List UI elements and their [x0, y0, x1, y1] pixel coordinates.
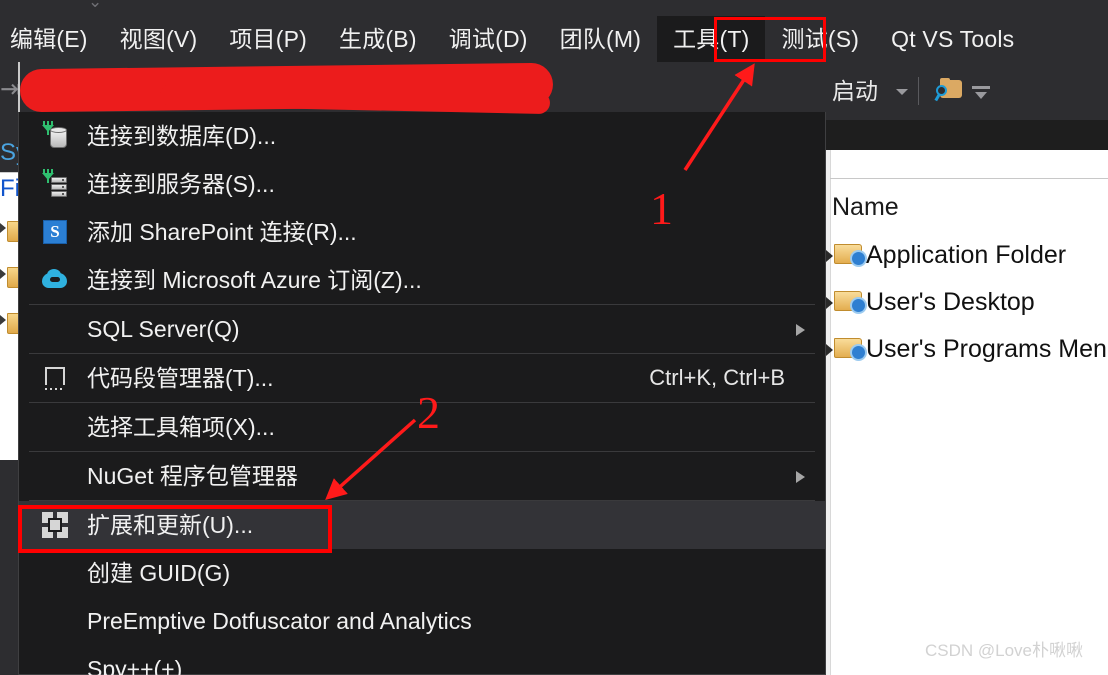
table-cell-name: User's Programs Menu [866, 335, 1108, 363]
csdn-watermark: CSDN @Love朴啾啾 [925, 641, 1084, 660]
menubar-item-tools[interactable]: 工具(T) [657, 16, 766, 62]
toolbar-separator [918, 77, 919, 105]
menu-item-icon-slot [33, 501, 77, 549]
menu-item-icon-slot [33, 160, 77, 208]
menu-item-nuget-package-manager[interactable]: NuGet 程序包管理器 [19, 452, 825, 500]
expand-caret-icon[interactable] [826, 250, 833, 262]
menu-item-label: 代码段管理器(T)... [87, 365, 274, 391]
snippet-manager-icon [42, 366, 68, 390]
menubar-item-team[interactable]: 团队(M) [544, 16, 657, 62]
menu-item-label: 连接到 Microsoft Azure 订阅(Z)... [87, 267, 422, 293]
sharepoint-icon: S [43, 220, 67, 244]
expand-caret-icon[interactable] [0, 315, 6, 325]
title-strip-glyph: ⌄ [88, 0, 103, 11]
table-row[interactable]: User's Programs Menu [826, 328, 1108, 373]
extensions-icon [42, 512, 68, 538]
menu-item-label: 添加 SharePoint 连接(R)... [87, 219, 357, 245]
menu-item-extensions-and-updates[interactable]: 扩展和更新(U)... [19, 501, 825, 549]
title-strip: ⌄ [0, 0, 1108, 16]
table-column-header-name: Name [832, 193, 899, 221]
submenu-arrow-icon[interactable] [796, 324, 805, 336]
database-connect-icon [42, 121, 68, 149]
menubar-item-debug[interactable]: 调试(D) [433, 16, 544, 62]
menubar-item-project[interactable]: 项目(P) [213, 16, 323, 62]
menubar-item-edit[interactable]: 编辑(E) [0, 16, 104, 62]
table-row[interactable]: Application Folder [826, 234, 1108, 279]
gear-overlay-icon [852, 299, 865, 312]
menu-item-label: PreEmptive Dotfuscator and Analytics [87, 608, 472, 634]
table-cell-name: User's Desktop [866, 288, 1035, 316]
menubar-item-test[interactable]: 测试(S) [765, 16, 875, 62]
menu-item-label: 连接到服务器(S)... [87, 171, 275, 197]
table-row[interactable]: User's Desktop [826, 281, 1108, 326]
menu-item-label: 选择工具箱项(X)... [87, 414, 275, 440]
submenu-arrow-icon[interactable] [796, 471, 805, 483]
menu-item-connect-server[interactable]: 连接到服务器(S)... [19, 160, 825, 208]
menubar-item-qt-vs-tools[interactable]: Qt VS Tools [875, 16, 1030, 62]
visual-studio-window: ⌄ 编辑(E) 视图(V) 项目(P) 生成(B) 调试(D) 团队(M) 工具(T) 测试(… [0, 0, 1108, 675]
table-scrollbar[interactable] [826, 150, 831, 675]
menubar-item-view[interactable]: 视图(V) [104, 16, 214, 62]
menubar-item-build[interactable]: 生成(B) [323, 16, 433, 62]
table-header-rule [830, 178, 1108, 179]
start-dropdown-caret-icon[interactable] [896, 89, 908, 95]
expand-caret-icon[interactable] [0, 269, 6, 279]
annotation-step-1: 1 [650, 183, 673, 234]
menu-item-icon-slot: S [33, 208, 77, 256]
menu-item-sql-server[interactable]: SQL Server(Q) [19, 305, 825, 353]
expand-caret-icon[interactable] [826, 344, 833, 356]
folder-search-icon[interactable] [934, 78, 964, 102]
menu-item-create-guid[interactable]: 创建 GUID(G) [19, 549, 825, 597]
menu-item-spy-plus-plus[interactable]: Spy++(+) [19, 645, 825, 675]
menu-item-add-sharepoint-connection[interactable]: S 添加 SharePoint 连接(R)... [19, 208, 825, 256]
azure-cloud-icon [41, 269, 69, 291]
menu-item-label: 扩展和更新(U)... [87, 512, 254, 538]
menu-item-label: Spy++(+) [87, 656, 183, 675]
table-cell-name: Application Folder [866, 241, 1067, 269]
expand-caret-icon[interactable] [826, 297, 833, 309]
menu-bar: 编辑(E) 视图(V) 项目(P) 生成(B) 调试(D) 团队(M) 工具(T) 测试(S)… [0, 16, 1108, 62]
gear-overlay-icon [852, 252, 865, 265]
menu-item-label: 连接到数据库(D)... [87, 123, 277, 149]
menu-item-label: NuGet 程序包管理器 [87, 463, 298, 489]
menu-item-icon-slot [33, 112, 77, 160]
menu-item-shortcut: Ctrl+K, Ctrl+B [649, 365, 785, 390]
menu-item-label: 创建 GUID(G) [87, 560, 231, 586]
menu-item-icon-slot [33, 256, 77, 304]
server-connect-icon [42, 169, 68, 197]
start-debug-button[interactable]: 启动 [832, 74, 878, 108]
menu-item-preemptive-dotfuscator[interactable]: PreEmptive Dotfuscator and Analytics [19, 597, 825, 645]
menu-item-connect-database[interactable]: 连接到数据库(D)... [19, 112, 825, 160]
annotation-step-2: 2 [417, 387, 440, 438]
file-system-table: Name Application Folder User's Desktop U… [826, 150, 1108, 675]
menu-item-connect-azure-subscription[interactable]: 连接到 Microsoft Azure 订阅(Z)... [19, 256, 825, 304]
expand-caret-icon[interactable] [0, 223, 6, 233]
gear-overlay-icon [852, 346, 865, 359]
menu-item-icon-slot [33, 354, 77, 402]
menu-item-label: SQL Server(Q) [87, 316, 240, 342]
toolbar-overflow-icon[interactable] [972, 86, 990, 102]
